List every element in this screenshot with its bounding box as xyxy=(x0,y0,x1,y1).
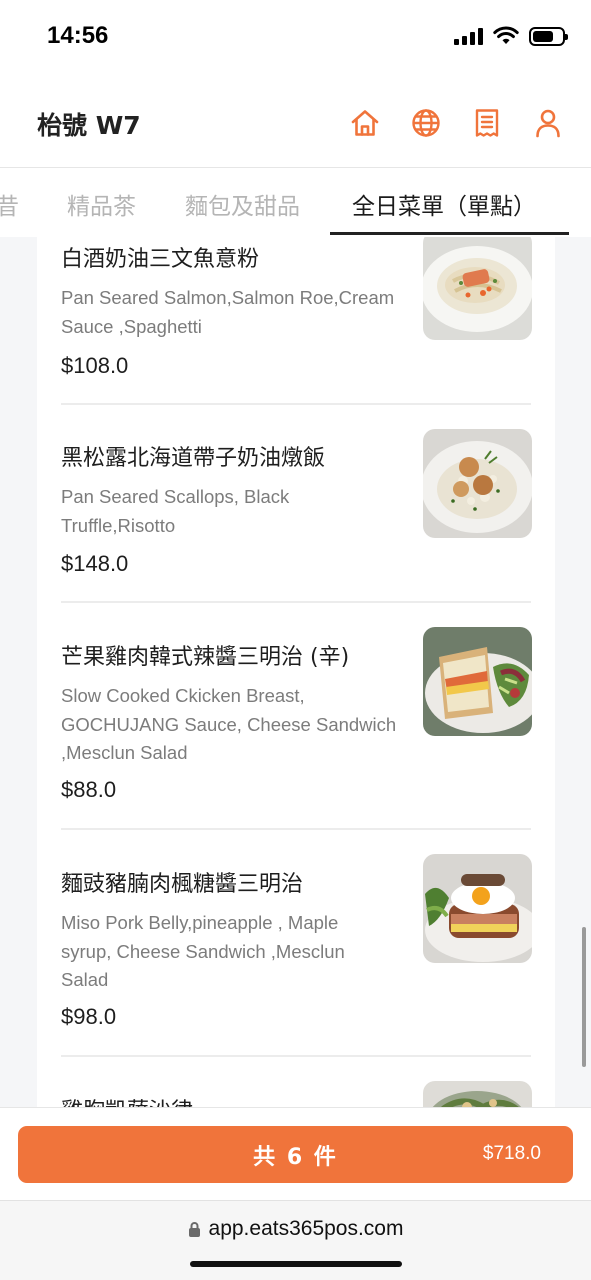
dish-description-line: Salad xyxy=(61,969,109,990)
menu-item[interactable]: 雞胸凱薩沙律 xyxy=(61,1071,532,1107)
menu-card: 白酒奶油三文魚意粉 Pan Seared Salmon,Salmon Roe,C… xyxy=(37,237,555,1107)
dish-description: Slow Cooked Ckicken Breast, GOCHUJANG Sa… xyxy=(61,682,411,768)
language-button[interactable] xyxy=(402,102,449,144)
dish-name: 白酒奶油三文魚意粉 xyxy=(61,247,260,272)
item-divider xyxy=(61,403,531,405)
receipt-icon xyxy=(475,109,498,137)
dish-photo-chicken-sandwich[interactable] xyxy=(423,627,532,736)
dish-description-line: Pan Seared Salmon,Salmon Roe,Cream xyxy=(61,287,395,308)
dish-description-line: Sauce ,Spaghetti xyxy=(61,315,202,337)
dish-price: $108.0 xyxy=(61,353,129,378)
menu-item[interactable]: 芒果雞肉韓式辣醬三明治 (辛) Slow Cooked Ckicken Brea… xyxy=(61,617,532,829)
dish-description-line: Slow Cooked Ckicken Breast, xyxy=(61,685,305,706)
home-icon xyxy=(351,110,378,136)
dish-description: Pan Seared Salmon,Salmon Roe,Cream Sauce… xyxy=(61,284,411,341)
dish-price: $98.0 xyxy=(61,1004,117,1029)
browser-address-bar: app.eats365pos.com xyxy=(0,1200,591,1280)
status-time: 14:56 xyxy=(47,22,109,49)
url-text: app.eats365pos.com xyxy=(208,1217,404,1240)
url-field[interactable]: app.eats365pos.com xyxy=(0,1217,591,1241)
dish-description-line: Pan Seared Scallops, Black xyxy=(61,486,290,507)
battery-icon xyxy=(529,26,568,46)
item-divider xyxy=(61,828,531,830)
menu-item[interactable]: 黑松露北海道帶子奶油燉飯 Pan Seared Scallops, Black … xyxy=(61,417,532,597)
tab-bread-desserts[interactable]: 麵包及甜品 xyxy=(185,187,300,221)
dish-description-line: syrup, Cheese Sandwich ,Mesclun xyxy=(61,940,345,962)
dish-photo-pork-belly-sandwich[interactable] xyxy=(423,854,532,963)
dish-photo-caesar-salad[interactable] xyxy=(423,1081,532,1107)
dish-price: $148.0 xyxy=(61,551,129,576)
dish-description: Miso Pork Belly,pineapple , Maple syrup,… xyxy=(61,909,411,995)
table-number-title: 枱號 W7 xyxy=(37,111,141,140)
menu-item[interactable]: 麵豉豬腩肉楓糖醬三明治 Miso Pork Belly,pineapple , … xyxy=(61,844,532,1056)
wifi-icon xyxy=(493,26,519,44)
status-icons xyxy=(454,26,568,46)
home-indicator[interactable] xyxy=(190,1261,402,1267)
dish-description: Pan Seared Scallops, Black Truffle,Risot… xyxy=(61,483,411,540)
cart-bar: 共 6 件 $718.0 xyxy=(0,1107,591,1200)
dish-name: 黑松露北海道帶子奶油燉飯 xyxy=(61,446,326,471)
lock-icon xyxy=(188,1221,200,1237)
tab-premium-tea[interactable]: 精品茶 xyxy=(67,187,136,221)
app-header: 枱號 W7 xyxy=(0,80,591,168)
globe-icon xyxy=(411,109,440,137)
dish-description-line: Truffle,Risotto xyxy=(61,514,176,536)
header-actions xyxy=(341,102,571,144)
home-button[interactable] xyxy=(341,102,388,144)
status-bar: 14:56 xyxy=(0,0,591,80)
tab-all-day-menu[interactable]: 全日菜單（單點） xyxy=(352,187,536,221)
dish-price: $88.0 xyxy=(61,777,117,802)
active-tab-indicator xyxy=(330,232,569,235)
scrollbar[interactable] xyxy=(582,927,586,1067)
menu-item[interactable]: 白酒奶油三文魚意粉 Pan Seared Salmon,Salmon Roe,C… xyxy=(61,237,532,397)
item-divider xyxy=(61,1055,531,1057)
cellular-signal-icon xyxy=(454,27,483,45)
account-button[interactable] xyxy=(524,102,571,144)
dish-name: 雞胸凱薩沙律 xyxy=(61,1093,193,1107)
dish-description-line: Miso Pork Belly,pineapple , Maple xyxy=(61,912,339,933)
cart-total-price: $718.0 xyxy=(482,1143,541,1164)
dish-description-line: ,Mesclun Salad xyxy=(61,742,188,763)
dish-name: 芒果雞肉韓式辣醬三明治 (辛) xyxy=(61,645,350,670)
user-icon xyxy=(535,109,560,138)
tab-previous-category[interactable]: 昔 xyxy=(0,187,19,221)
dish-photo-scallop-risotto[interactable] xyxy=(423,429,532,538)
dish-name: 麵豉豬腩肉楓糖醬三明治 xyxy=(61,872,304,897)
dish-photo-salmon-pasta[interactable] xyxy=(423,237,532,340)
view-cart-button[interactable]: 共 6 件 $718.0 xyxy=(18,1126,573,1183)
order-receipt-button[interactable] xyxy=(463,102,510,144)
dish-description-line: GOCHUJANG Sauce, Cheese Sandwich xyxy=(61,713,397,735)
menu-scroll-area[interactable]: 白酒奶油三文魚意粉 Pan Seared Salmon,Salmon Roe,C… xyxy=(0,237,591,1107)
item-divider xyxy=(61,601,531,603)
category-tab-bar: 昔 精品茶 麵包及甜品 全日菜單（單點） xyxy=(0,168,591,237)
